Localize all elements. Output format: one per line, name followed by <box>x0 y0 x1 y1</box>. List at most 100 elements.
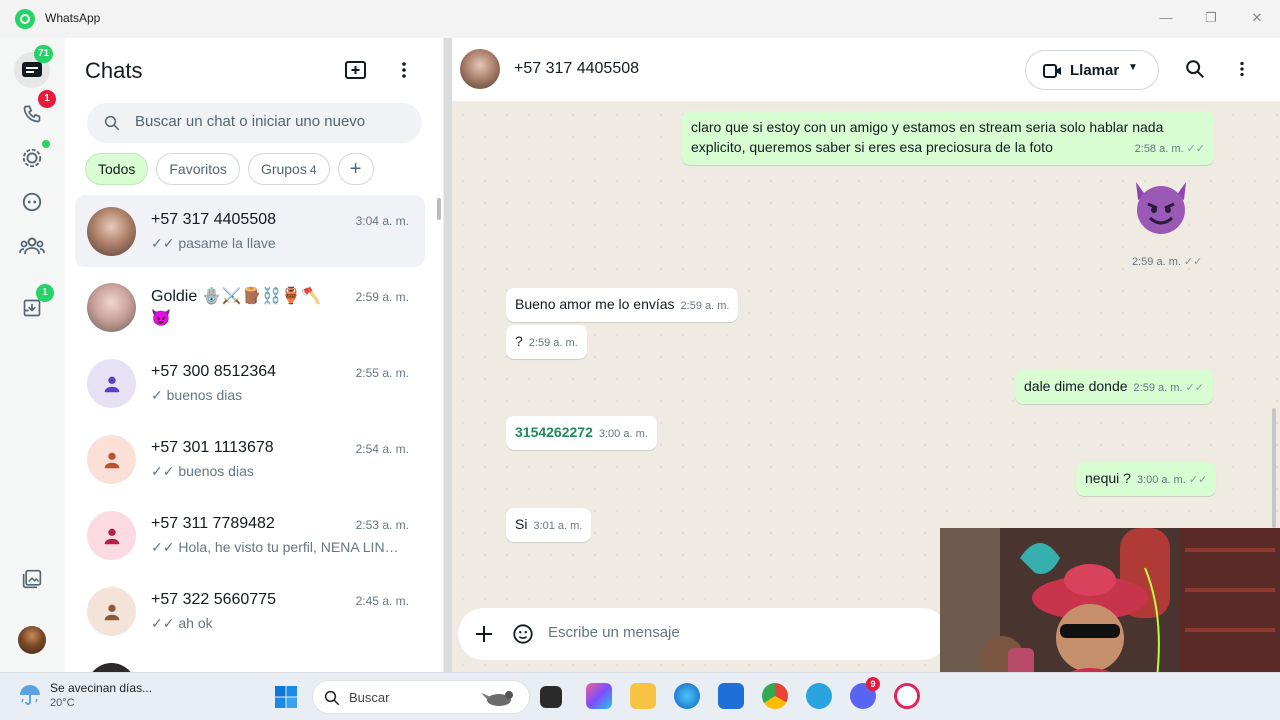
restore-icon[interactable]: ❐ <box>1201 8 1221 28</box>
filter-label: Favoritos <box>169 161 227 177</box>
conversation-scrollbar[interactable] <box>1272 408 1276 528</box>
status-dot <box>42 140 50 148</box>
new-chat-button[interactable] <box>344 58 368 82</box>
weather-temp: 20°C <box>50 697 75 709</box>
title-bar: WhatsApp — ❐ ✕ <box>0 0 1280 38</box>
message-incoming[interactable]: Bueno amor me lo envías 2:59 a. m. <box>506 288 739 322</box>
filter-favoritos[interactable]: Favoritos <box>156 153 240 185</box>
media-nav-button[interactable] <box>14 561 50 597</box>
archive-icon <box>23 299 41 317</box>
copilot-icon[interactable] <box>586 683 612 709</box>
read-ticks-icon: ✓✓ <box>151 463 175 479</box>
panel-title: Chats <box>85 58 143 83</box>
start-button[interactable] <box>274 685 298 714</box>
last-message-text: buenos dias <box>178 463 254 479</box>
search-icon <box>104 115 120 131</box>
message-text: dale dime donde <box>1024 378 1128 394</box>
more-vertical-icon <box>402 62 406 78</box>
filter-grupos[interactable]: Grupos 4 <box>247 153 330 185</box>
chat-row[interactable]: +57 300 8512364 2:55 a. m. ✓ buenos dias <box>75 347 425 419</box>
chat-row[interactable]: +57 322 5660775 2:45 a. m. ✓✓ ah ok <box>75 575 425 647</box>
edge-browser-icon[interactable] <box>674 683 700 709</box>
message-input[interactable] <box>548 624 928 641</box>
chat-name-cont: 😈 <box>151 310 171 327</box>
chat-time: 2:45 a. m. <box>355 594 409 608</box>
filter-todos[interactable]: Todos <box>85 153 149 185</box>
chat-time: 2:59 a. m. <box>355 290 409 304</box>
bird-icon <box>481 691 513 706</box>
last-message-text: buenos dias <box>166 387 243 403</box>
chats-nav-button[interactable]: 71 <box>14 45 54 88</box>
message-text: ? <box>515 333 523 349</box>
opera-icon[interactable] <box>894 683 920 709</box>
chrome-icon[interactable] <box>762 683 788 709</box>
search-input[interactable] <box>135 113 405 130</box>
umbrella-icon <box>20 685 40 705</box>
filter-label: Grupos <box>260 161 307 177</box>
store-icon[interactable] <box>718 683 744 709</box>
meta-ai-nav-button[interactable] <box>14 184 50 220</box>
avatar <box>87 511 136 560</box>
panel-divider[interactable] <box>444 38 452 672</box>
calls-nav-button[interactable]: 1 <box>14 90 56 132</box>
chat-row[interactable] <box>75 651 425 672</box>
message-outgoing[interactable]: dale dime donde 2:59 a. m. ✓✓ <box>1015 370 1213 404</box>
discord-icon[interactable]: 9 <box>850 677 880 709</box>
time-text: 2:59 a. m. <box>1133 382 1183 394</box>
message-emoji[interactable] <box>1130 178 1192 236</box>
chat-list-panel: Chats Todos Favoritos Grupos4 + +57 317 … <box>65 38 444 672</box>
message-time: 2:59 a. m. <box>680 300 730 312</box>
close-icon[interactable]: ✕ <box>1247 8 1267 28</box>
call-button[interactable]: Llamar ▼ <box>1025 50 1159 90</box>
message-outgoing[interactable]: claro que si estoy con un amigo y estamo… <box>682 111 1214 165</box>
avatar <box>87 435 136 484</box>
telegram-icon[interactable] <box>806 683 832 709</box>
last-message-text: ah ok <box>178 615 213 631</box>
message-time: 2:59 a. m. ✓✓ <box>1134 382 1204 394</box>
archived-badge: 1 <box>36 284 54 302</box>
chats-icon <box>22 62 42 77</box>
message-time: 2:58 a. m. ✓✓ <box>1135 139 1205 159</box>
sticker-icon[interactable] <box>512 623 534 645</box>
chat-time: 2:54 a. m. <box>355 442 409 456</box>
chat-last-message: ✓✓ ah ok <box>151 615 406 632</box>
chat-name: Goldie 🪬⚔️🪵⛓️🏺🪓 <box>151 288 322 305</box>
chevron-down-icon: ▼ <box>1128 62 1138 73</box>
chat-row[interactable]: +57 317 4405508 3:04 a. m. ✓✓ pasame la … <box>75 195 425 267</box>
contact-avatar[interactable] <box>460 49 500 89</box>
communities-nav-button[interactable] <box>14 228 50 264</box>
contact-name[interactable]: +57 317 4405508 <box>514 60 639 78</box>
status-nav-button[interactable] <box>14 140 50 176</box>
time-text: 3:00 a. m. <box>1136 474 1186 486</box>
message-incoming[interactable]: 3154262272 3:00 a. m. <box>506 416 657 450</box>
minimize-icon[interactable]: — <box>1156 8 1176 28</box>
search-icon[interactable] <box>1184 58 1206 80</box>
person-icon <box>104 376 119 392</box>
message-text: claro que si estoy con un amigo y estamo… <box>691 119 1164 155</box>
message-incoming[interactable]: ? 2:59 a. m. <box>506 325 587 359</box>
ai-chat-icon <box>22 192 42 212</box>
message-outgoing[interactable]: nequi ? 3:00 a. m. ✓✓ <box>1076 462 1217 496</box>
chat-row[interactable]: +57 311 7789482 2:53 a. m. ✓✓ Hola, he v… <box>75 499 425 571</box>
phone-number-link[interactable]: 3154262272 <box>515 424 593 440</box>
chat-name: +57 322 5660775 <box>151 591 277 608</box>
chat-list-scrollbar[interactable] <box>437 198 441 220</box>
last-message-text: Hola, he visto tu perfil, NENA LINDA... <box>178 539 406 555</box>
chat-row[interactable]: +57 301 1113678 2:54 a. m. ✓✓ buenos dia… <box>75 423 425 495</box>
avatar <box>87 207 136 256</box>
archived-nav-button[interactable]: 1 <box>14 284 54 326</box>
task-view-icon[interactable] <box>540 686 562 708</box>
status-icon <box>22 148 42 168</box>
message-time: 3:00 a. m. <box>598 428 648 440</box>
profile-avatar[interactable] <box>18 626 46 654</box>
taskbar-search[interactable]: Buscar <box>312 680 530 714</box>
add-filter-button[interactable]: + <box>337 153 374 185</box>
file-explorer-icon[interactable] <box>630 683 656 709</box>
chat-search[interactable] <box>87 103 422 143</box>
windows-start-icon <box>275 686 297 708</box>
plus-icon[interactable] <box>475 625 493 643</box>
chat-row[interactable]: Goldie 🪬⚔️🪵⛓️🏺🪓 😈 2:59 a. m. <box>75 271 425 343</box>
more-vertical-icon[interactable] <box>1231 58 1253 80</box>
message-incoming[interactable]: Si 3:01 a. m. <box>506 508 592 542</box>
panel-menu-button[interactable] <box>392 58 416 82</box>
